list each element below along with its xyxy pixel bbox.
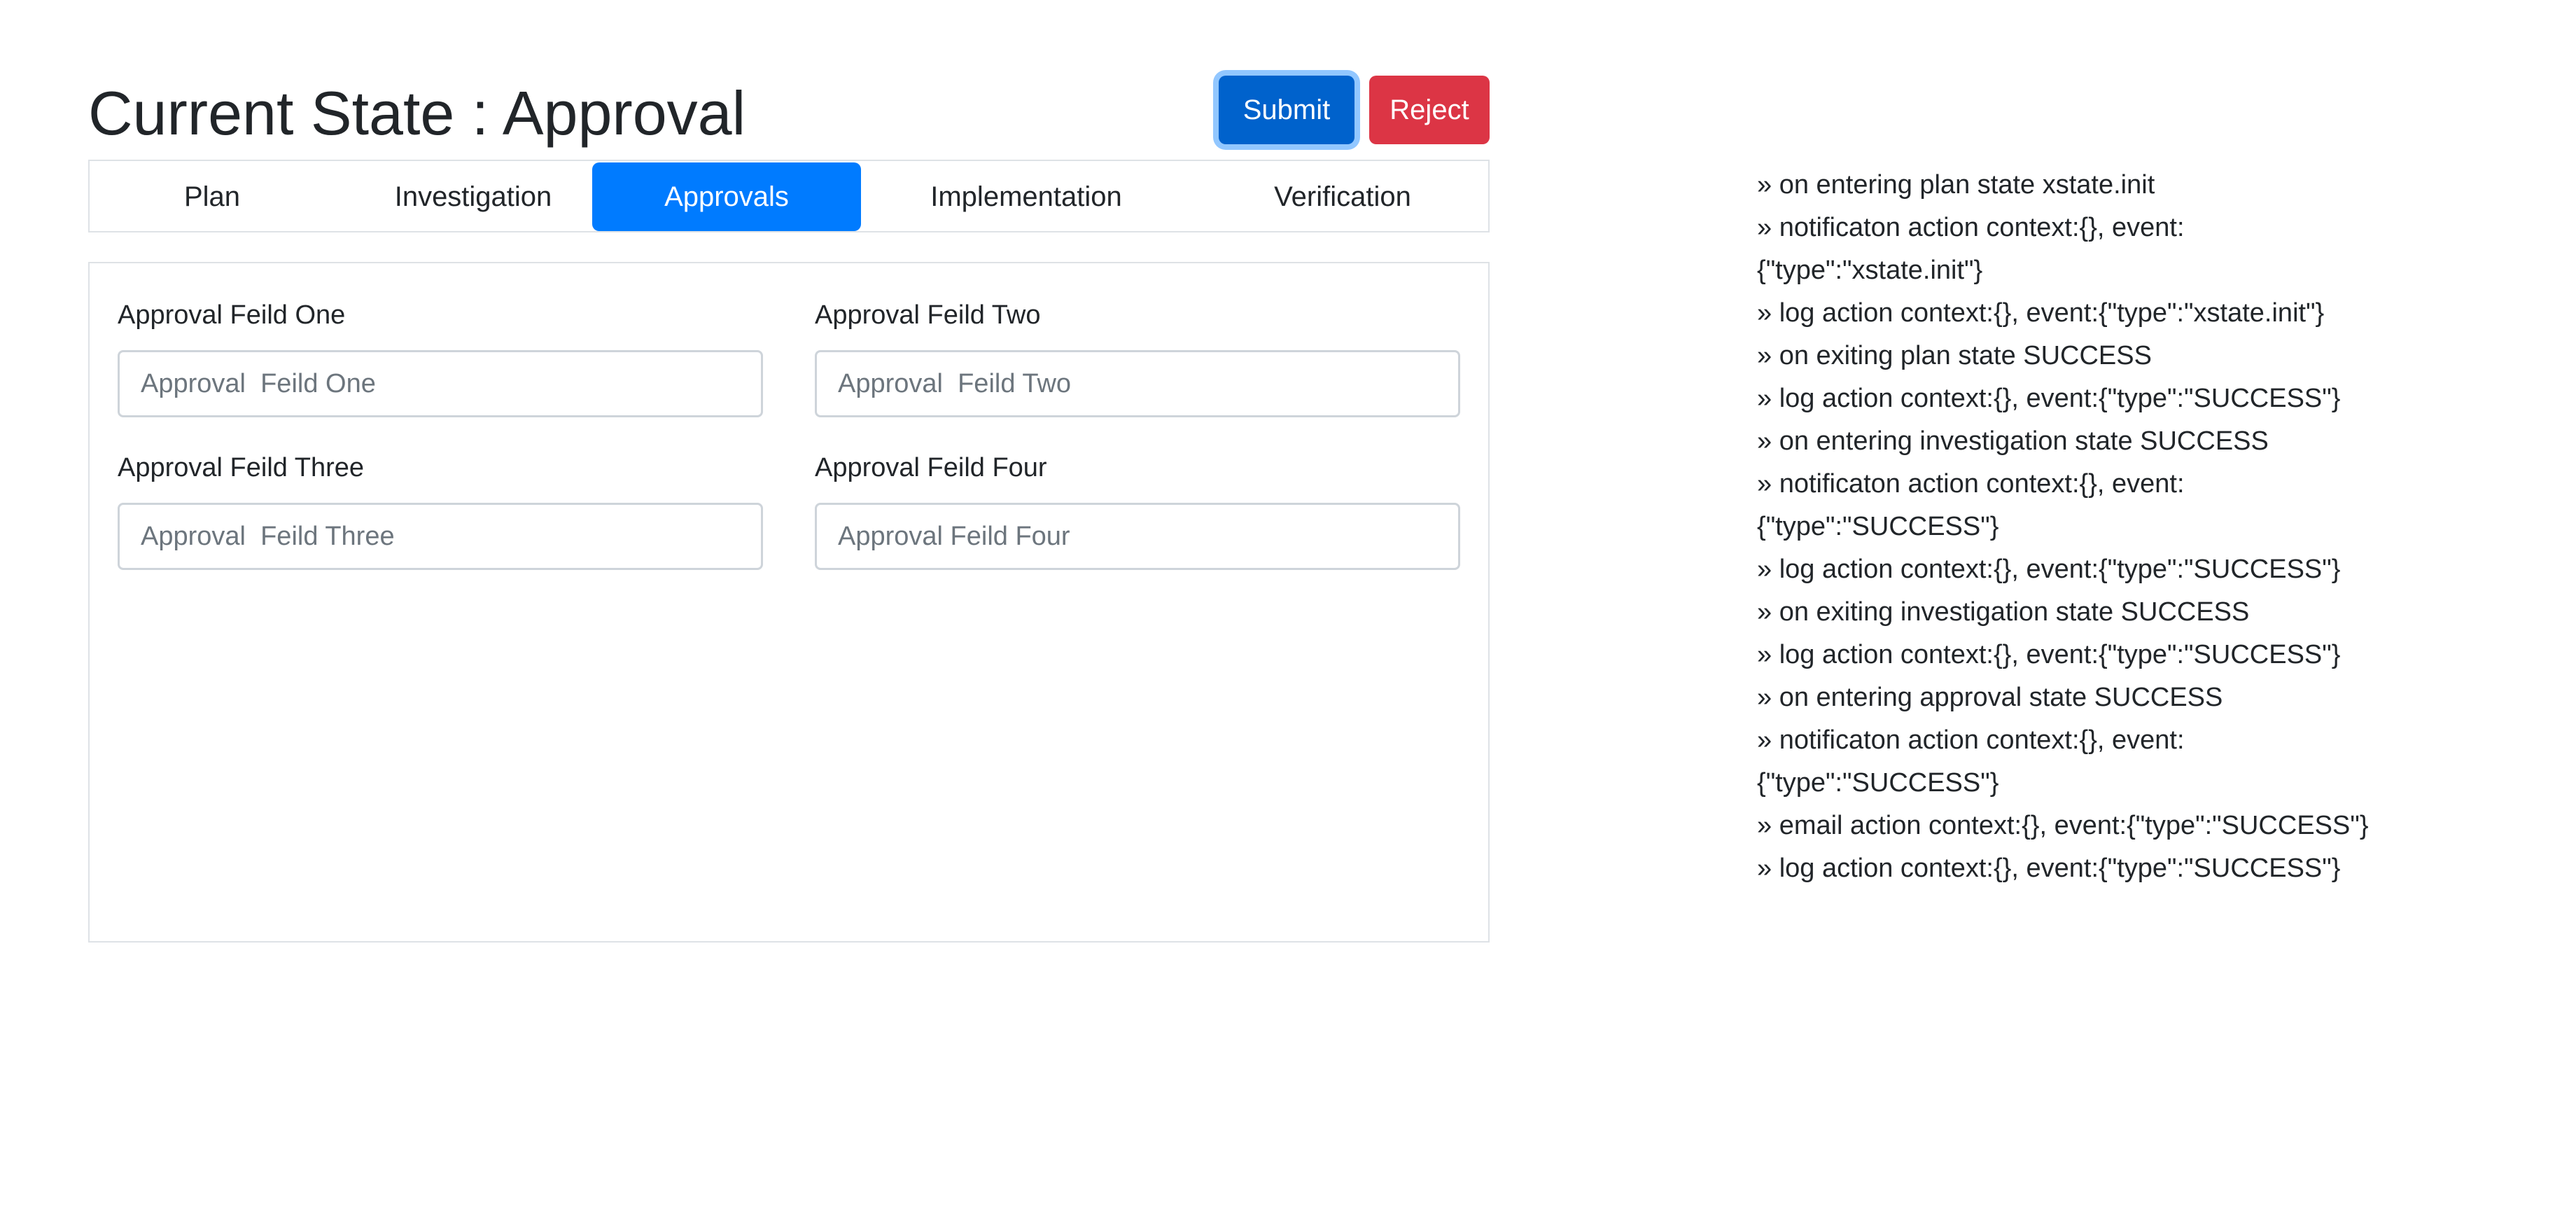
log-line: {"type":"SUCCESS"} bbox=[1757, 512, 1999, 541]
page-title: Current State : Approval bbox=[88, 78, 746, 148]
log-line: » log action context:{}, event:{"type":"… bbox=[1757, 854, 2341, 883]
log-line: » on entering approval state SUCCESS bbox=[1757, 683, 2223, 712]
approval-form-panel: Approval Feild One Approval Feild Two Ap… bbox=[88, 262, 1490, 943]
log-line: » email action context:{}, event:{"type"… bbox=[1757, 811, 2369, 840]
approval-field-two-input[interactable] bbox=[815, 350, 1460, 417]
approval-field-one-input[interactable] bbox=[118, 350, 763, 417]
approval-field-one-label: Approval Feild One bbox=[118, 300, 346, 330]
log-line: » notificaton action context:{}, event: bbox=[1757, 725, 2185, 755]
log-line: » log action context:{}, event:{"type":"… bbox=[1757, 640, 2341, 669]
reject-button[interactable]: Reject bbox=[1369, 76, 1490, 144]
approval-field-three-label: Approval Feild Three bbox=[118, 453, 365, 482]
tab-plan[interactable]: Plan bbox=[132, 162, 293, 231]
log-line: » on exiting investigation state SUCCESS bbox=[1757, 597, 2250, 627]
submit-button[interactable]: Submit bbox=[1219, 76, 1354, 144]
tab-investigation[interactable]: Investigation bbox=[350, 162, 596, 231]
log-line: » log action context:{}, event:{"type":"… bbox=[1757, 298, 2325, 328]
event-log: » on entering plan state xstate.init » n… bbox=[1757, 164, 2457, 890]
workflow-tabs: Plan Investigation Approvals Implementat… bbox=[88, 160, 1490, 232]
log-line: » log action context:{}, event:{"type":"… bbox=[1757, 555, 2341, 584]
approval-field-four-label: Approval Feild Four bbox=[815, 453, 1047, 482]
tab-approvals[interactable]: Approvals bbox=[592, 162, 861, 231]
log-line: » on exiting plan state SUCCESS bbox=[1757, 341, 2152, 370]
log-line: {"type":"SUCCESS"} bbox=[1757, 768, 1999, 798]
log-line: » log action context:{}, event:{"type":"… bbox=[1757, 384, 2341, 413]
log-line: » on entering investigation state SUCCES… bbox=[1757, 426, 2269, 456]
approval-field-four-input[interactable] bbox=[815, 503, 1460, 570]
log-line: {"type":"xstate.init"} bbox=[1757, 256, 1983, 285]
approval-field-two-label: Approval Feild Two bbox=[815, 300, 1041, 330]
log-line: » notificaton action context:{}, event: bbox=[1757, 469, 2185, 499]
approval-field-three-input[interactable] bbox=[118, 503, 763, 570]
log-line: » notificaton action context:{}, event: bbox=[1757, 213, 2185, 242]
tab-implementation[interactable]: Implementation bbox=[881, 162, 1172, 231]
log-line: » on entering plan state xstate.init bbox=[1757, 170, 2155, 200]
tab-verification[interactable]: Verification bbox=[1224, 162, 1462, 231]
